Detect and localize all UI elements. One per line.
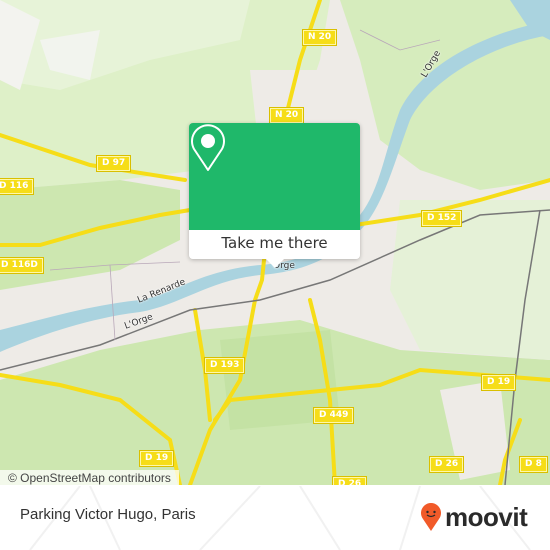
moovit-wordmark: moovit <box>445 501 528 532</box>
road-shield-d8: D 8 <box>520 457 547 472</box>
moovit-pin-icon <box>421 503 441 531</box>
map-attribution[interactable]: © OpenStreetMap contributors <box>0 470 179 485</box>
take-me-there-button[interactable]: Take me there <box>189 230 360 259</box>
road-shield-n20: N 20 <box>303 30 337 45</box>
footer: Parking Victor Hugo, Paris moovit <box>0 486 550 550</box>
road-shield-d116d: D 116D <box>0 258 43 273</box>
fields-east <box>390 200 550 360</box>
road-shield-d26: D 26 <box>333 477 367 485</box>
road-shield-d193: D 193 <box>205 358 245 373</box>
popup-header <box>189 123 360 230</box>
road-shield-n20: N 20 <box>270 108 304 123</box>
location-popup: Take me there <box>189 123 360 268</box>
road-shield-d449: D 449 <box>314 408 354 423</box>
boundary <box>109 264 116 341</box>
road-shield-d26: D 26 <box>430 457 464 472</box>
road-shield-d19: D 19 <box>482 375 516 390</box>
road-shield-d152: D 152 <box>422 211 462 226</box>
moovit-logo[interactable]: moovit <box>420 500 528 534</box>
popup-pointer <box>265 258 285 268</box>
road-shield-d116: D 116 <box>0 179 34 194</box>
road-shield-d97: D 97 <box>97 156 131 171</box>
location-pin-icon <box>191 124 225 171</box>
fields-west <box>0 180 180 290</box>
map-view[interactable]: N 20 N 20 D 97 D 116 D 116D D 152 D 193 … <box>0 0 550 485</box>
road-shield-d19: D 19 <box>140 451 174 466</box>
place-name: Parking Victor Hugo, Paris <box>20 506 196 523</box>
